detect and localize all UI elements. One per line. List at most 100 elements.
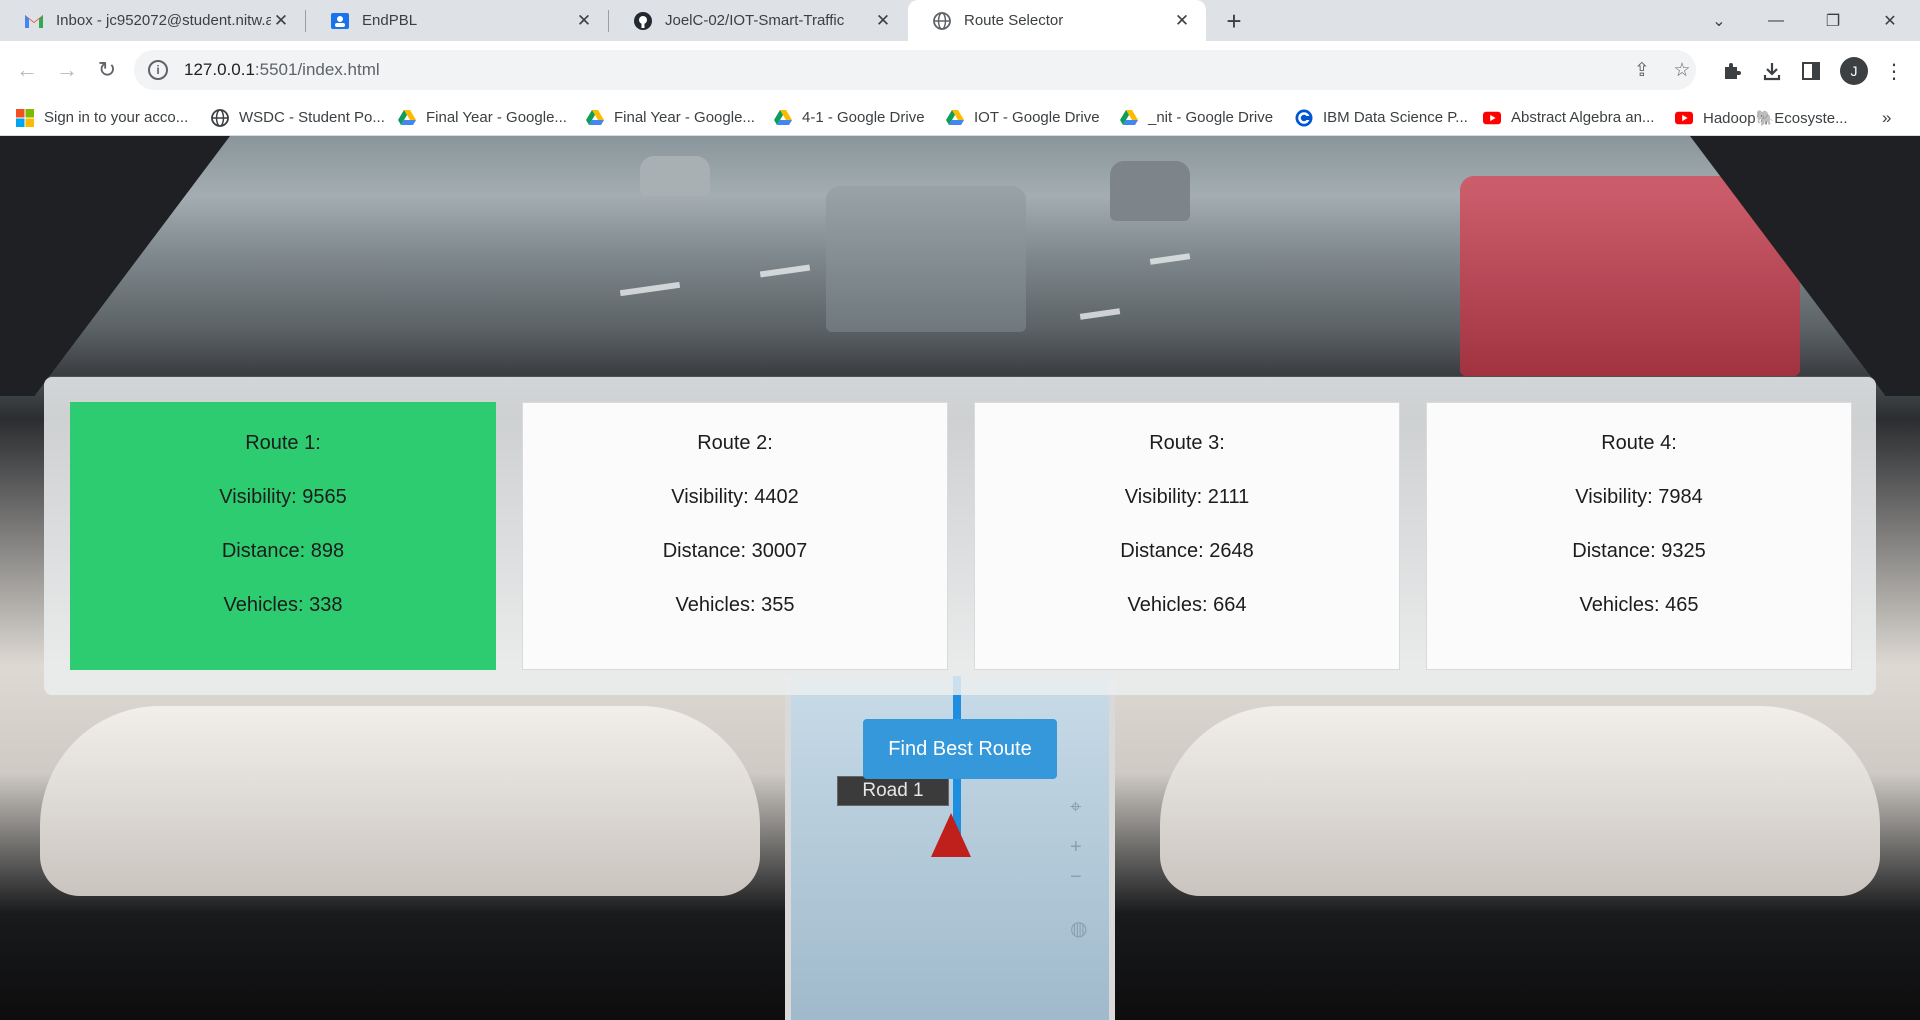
bookmark-item[interactable]: _nit - Google Drive [1120,99,1273,136]
url-host: 127.0.0.1 [184,60,255,79]
zoom-out-icon: − [1070,866,1082,888]
bookmarks-bar: Sign in to your acco... WSDC - Student P… [0,99,1920,136]
bookmark-label: IBM Data Science P... [1323,109,1468,126]
lane-marking [619,281,681,297]
tab-strip: Inbox - jc952072@student.nitw.ac.in ✕ En… [0,0,1920,41]
url-path: :5501/index.html [254,60,380,79]
route-distance: Distance: 2648 [1120,540,1254,562]
nav-arrow-icon [931,813,971,857]
share-icon[interactable]: ⇪ [1630,58,1654,82]
route-card[interactable]: Route 1: Visibility: 9565 Distance: 898 … [70,402,496,670]
reload-icon[interactable]: ↻ [90,53,124,87]
route-visibility: Visibility: 4402 [671,486,799,508]
route-title: Route 2: [697,432,773,454]
extensions-icon[interactable] [1718,57,1746,85]
youtube-icon [1675,109,1693,127]
tab-title: Inbox - jc952072@student.nitw.ac.in [56,12,271,29]
restore-icon[interactable]: ❐ [1805,0,1861,41]
new-tab-button[interactable]: + [1219,6,1249,36]
close-window-icon[interactable]: ✕ [1862,0,1918,41]
car-distant [640,156,710,196]
route-card[interactable]: Route 4: Visibility: 7984 Distance: 9325… [1426,402,1852,670]
bookmark-item[interactable]: IBM Data Science P... [1295,99,1468,136]
google-drive-icon [398,109,416,127]
close-icon[interactable]: ✕ [271,11,291,31]
bookmark-item[interactable]: Sign in to your acco... [16,99,188,136]
route-visibility: Visibility: 7984 [1575,486,1703,508]
address-url: 127.0.0.1:5501/index.html [184,60,380,80]
route-vehicles: Vehicles: 338 [223,594,343,616]
compass-icon: ⌖ [1070,796,1082,818]
zoom-in-icon: + [1070,836,1082,858]
route-distance: Distance: 30007 [662,540,808,562]
bookmark-label: Sign in to your acco... [44,109,189,126]
routes-panel: Route 1: Visibility: 9565 Distance: 898 … [44,377,1876,695]
browser-toolbar: ← → ↻ i 127.0.0.1:5501/index.html ⇪ ☆ J … [0,41,1920,99]
bookmark-item[interactable]: IOT - Google Drive [946,99,1100,136]
route-card[interactable]: Route 3: Visibility: 2111 Distance: 2648… [974,402,1400,670]
google-drive-icon [1120,109,1138,127]
close-icon[interactable]: ✕ [873,11,893,31]
bookmark-label: Final Year - Google... [426,109,567,126]
route-title: Route 4: [1601,432,1677,454]
route-title: Route 1: [245,432,321,454]
bookmark-item[interactable]: Final Year - Google... [398,99,567,136]
bookmark-label: Abstract Algebra an... [1511,109,1655,126]
globe-icon [211,108,229,127]
lane-marking [1079,308,1121,320]
tab-title: JoelC-02/IOT-Smart-Traffic [665,12,845,29]
map-road-label: Road 1 [837,776,949,806]
route-vehicles: Vehicles: 355 [675,594,795,616]
bookmark-item[interactable]: WSDC - Student Po... [211,99,385,136]
minimize-icon[interactable]: — [1748,0,1804,41]
side-panel-icon[interactable] [1797,57,1825,85]
find-best-route-button[interactable]: Find Best Route [863,719,1057,779]
bookmark-label: Final Year - Google... [614,109,755,126]
route-distance: Distance: 9325 [1572,540,1706,562]
close-icon[interactable]: ✕ [574,11,594,31]
tab-gmail[interactable]: Inbox - jc952072@student.nitw.ac.in ✕ [0,0,305,41]
route-visibility: Visibility: 9565 [219,486,347,508]
download-icon[interactable] [1758,57,1786,85]
bookmark-label: WSDC - Student Po... [239,109,385,126]
youtube-icon [1483,109,1501,127]
bookmark-label: Hadoop🐘Ecosyste... [1703,109,1848,127]
tab-title: Route Selector [964,12,1064,29]
route-title: Route 3: [1149,432,1225,454]
microsoft-icon [16,108,34,127]
route-card[interactable]: Route 2: Visibility: 4402 Distance: 3000… [522,402,948,670]
bookmark-item[interactable]: Final Year - Google... [586,99,755,136]
bookmark-item[interactable]: 4-1 - Google Drive [774,99,925,136]
bookmarks-overflow-icon[interactable]: » [1882,99,1891,136]
tab-route-selector[interactable]: Route Selector ✕ [908,0,1206,41]
page-background: Road 1 ⌖ + − ◍ Route 1: Visibility: 9565… [0,136,1920,1020]
tab-title: EndPBL [362,12,418,29]
profile-avatar[interactable]: J [1840,57,1868,85]
google-drive-icon [774,109,792,127]
menu-kebab-icon[interactable]: ⋮ [1880,57,1908,85]
car-seat [40,706,760,896]
car-seat [1160,706,1880,896]
forward-icon[interactable]: → [50,53,84,87]
classroom-icon [330,11,350,31]
bookmark-label: IOT - Google Drive [974,109,1100,126]
globe-icon: ◍ [1070,918,1088,940]
tab-search-icon[interactable]: ⌄ [1691,0,1747,41]
bookmark-star-icon[interactable]: ☆ [1670,58,1694,82]
google-drive-icon [586,109,604,127]
back-icon[interactable]: ← [10,53,44,87]
car-distant [1110,161,1190,221]
site-info-icon[interactable]: i [148,60,168,80]
tab-github[interactable]: JoelC-02/IOT-Smart-Traffic ✕ [609,0,907,41]
close-icon[interactable]: ✕ [1172,11,1192,31]
route-visibility: Visibility: 2111 [1124,486,1250,508]
bookmark-label: 4-1 - Google Drive [802,109,925,126]
route-vehicles: Vehicles: 465 [1579,594,1699,616]
address-bar[interactable]: i 127.0.0.1:5501/index.html [134,50,1696,90]
tab-endpbl[interactable]: EndPBL ✕ [306,0,608,41]
github-icon [633,11,653,31]
bookmark-item[interactable]: Abstract Algebra an... [1483,99,1654,136]
bookmark-item[interactable]: Hadoop🐘Ecosyste... [1675,99,1848,136]
coursera-icon [1295,109,1313,127]
route-vehicles: Vehicles: 664 [1127,594,1247,616]
